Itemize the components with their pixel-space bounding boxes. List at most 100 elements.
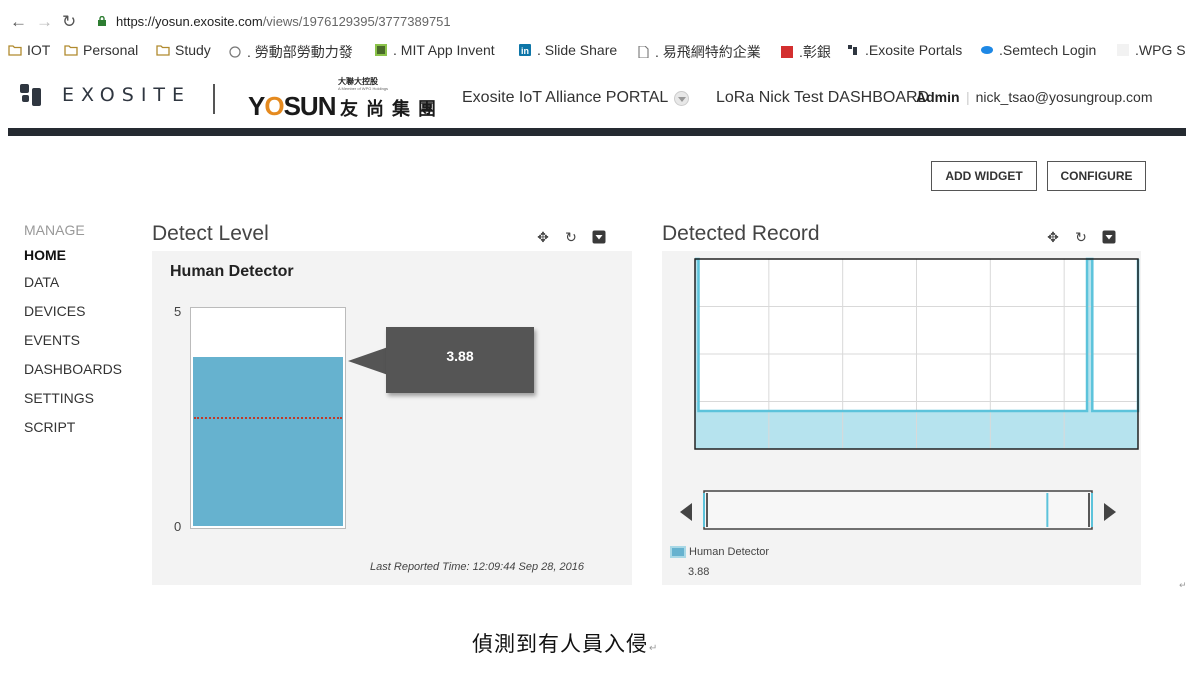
detected-record-tools: ✥ ↻ <box>1044 228 1118 246</box>
bookmark-label: Study <box>175 42 211 58</box>
url-input[interactable]: https://yosun.exosite.com/views/19761293… <box>116 14 451 29</box>
yosun-wordmark: YOSUN <box>248 91 336 121</box>
browser-address-bar: ← → ↻ https://yosun.exosite.com/views/19… <box>0 8 1186 36</box>
detect-level-tools: ✥ ↻ <box>534 228 608 246</box>
user-role: Admin <box>916 89 960 105</box>
bookmark-labor-agency[interactable]: . 勞動部勞動力發 <box>228 42 353 62</box>
sidebar-item-dashboards[interactable]: DASHBOARDS <box>24 355 122 384</box>
exosite-logo[interactable]: EXOSITE <box>18 82 191 108</box>
lock-icon <box>98 16 106 26</box>
bookmark-semtech-login[interactable]: .Semtech Login <box>980 42 1096 58</box>
legend-series-name: Human Detector <box>689 546 770 558</box>
expand-menu-icon[interactable] <box>1100 228 1118 246</box>
caption-text: 偵測到有人員入侵 <box>472 632 648 656</box>
exosite-icon <box>848 45 857 55</box>
bookmark-iot[interactable]: IOT <box>8 42 50 58</box>
folder-icon <box>156 45 170 56</box>
bookmark-label: .彰銀 <box>799 44 831 60</box>
yosun-logo: 大聯大控股 A Member of WPG Holdings YOSUN 友尚集… <box>248 76 448 121</box>
paragraph-mark: ↵ <box>649 643 659 654</box>
gauge-label: Human Detector <box>170 263 294 280</box>
bookmark-label: . Slide Share <box>537 42 618 58</box>
user-separator: | <box>966 89 970 105</box>
bookmark-label: .Semtech Login <box>999 42 1097 58</box>
bank-icon <box>781 46 793 58</box>
semtech-icon <box>981 46 993 54</box>
bookmark-exosite-portals[interactable]: .Exosite Portals <box>846 42 962 58</box>
exosite-mark-icon <box>20 84 41 106</box>
intrusion-caption: 偵測到有人員入侵↵ <box>472 628 658 658</box>
back-arrow-icon[interactable]: ← <box>10 12 27 32</box>
page-icon <box>638 46 649 58</box>
add-widget-button[interactable]: ADD WIDGET <box>931 161 1037 191</box>
sidebar-nav: MANAGE HOME DATA DEVICES EVENTS DASHBOAR… <box>24 222 122 442</box>
bookmark-slide-share[interactable]: in . Slide Share <box>518 42 617 58</box>
yosun-chinese-name: 友尚集團 <box>340 99 444 119</box>
scroll-right-arrow-icon[interactable] <box>1104 503 1116 521</box>
reload-icon[interactable]: ↻ <box>62 12 76 32</box>
detected-record-chart <box>680 257 1140 530</box>
bookmark-label: .Exosite Portals <box>865 42 963 58</box>
bookmark-label: IOT <box>27 42 51 58</box>
logo-divider <box>213 84 215 114</box>
chevron-down-icon[interactable] <box>674 90 690 106</box>
detect-level-panel: Human Detector 5 0 3.88 Last Reported Ti… <box>152 251 632 585</box>
url-host: https://yosun.exosite.com <box>116 14 263 29</box>
bookmark-label: . 易飛網特約企業 <box>655 44 761 60</box>
portal-name: Exosite IoT Alliance PORTAL <box>462 89 669 106</box>
bookmark-bank[interactable]: .彰銀 <box>780 42 831 62</box>
exosite-wordmark: EXOSITE <box>62 84 192 106</box>
sidebar-item-events[interactable]: EVENTS <box>24 326 122 355</box>
sidebar-item-settings[interactable]: SETTINGS <box>24 384 122 413</box>
gauge-threshold-line <box>194 417 342 419</box>
refresh-icon[interactable]: ↻ <box>1072 228 1090 246</box>
gauge-fill <box>193 357 343 526</box>
legend-series-value: 3.88 <box>688 566 710 578</box>
gauge-value-callout: 3.88 <box>348 327 538 395</box>
blank-icon <box>1117 44 1129 56</box>
appinventor-icon <box>375 44 387 56</box>
configure-button[interactable]: CONFIGURE <box>1047 161 1146 191</box>
agency-icon <box>229 46 241 58</box>
svg-text:in: in <box>521 46 529 56</box>
bookmark-mit-app-inventor[interactable]: . MIT App Invent <box>374 42 495 58</box>
bookmark-study[interactable]: Study <box>156 42 211 58</box>
folder-icon <box>8 45 22 56</box>
bookmark-label: . MIT App Invent <box>393 42 495 58</box>
bookmark-label: Personal <box>83 42 139 58</box>
sidebar-heading: MANAGE <box>24 222 85 238</box>
bookmarks-bar: IOT Personal Study . 勞動部勞動力發 . MIT App I… <box>0 38 1186 64</box>
user-email: nick_tsao@yosungroup.com <box>975 89 1153 105</box>
dashboard-name[interactable]: LoRa Nick Test DASHBOARD <box>716 89 929 107</box>
detected-record-panel: Human Detector 3.88 <box>662 251 1141 585</box>
bookmark-wpg[interactable]: .WPG S <box>1116 42 1186 58</box>
bookmark-personal[interactable]: Personal <box>64 42 138 58</box>
last-reported-time: Last Reported Time: 12:09:44 Sep 28, 201… <box>370 561 584 573</box>
linkedin-icon: in <box>519 44 531 56</box>
scroll-left-arrow-icon[interactable] <box>680 503 692 521</box>
gauge-value: 3.88 <box>386 327 534 393</box>
forward-arrow-icon[interactable]: → <box>36 12 53 32</box>
url-path: /views/1976129395/3777389751 <box>262 14 451 29</box>
legend-swatch <box>670 546 686 559</box>
sidebar-item-data[interactable]: DATA <box>24 268 122 297</box>
sidebar-item-devices[interactable]: DEVICES <box>24 297 122 326</box>
yosun-member-text: A Member of WPG Holdings <box>338 86 389 91</box>
move-icon[interactable]: ✥ <box>534 228 552 246</box>
user-menu[interactable]: | nick_tsao@yosungroup.com <box>966 89 1153 105</box>
detected-record-title: Detected Record <box>662 222 820 245</box>
corner-mark: ↵ <box>1179 580 1186 590</box>
navigator-window <box>703 490 1093 530</box>
sidebar-item-script[interactable]: SCRIPT <box>24 413 122 442</box>
expand-menu-icon[interactable] <box>590 228 608 246</box>
sidebar-item-home[interactable]: HOME <box>24 242 122 268</box>
portal-selector[interactable]: Exosite IoT Alliance PORTAL <box>462 89 690 107</box>
detect-level-title: Detect Level <box>152 222 269 245</box>
move-icon[interactable]: ✥ <box>1044 228 1062 246</box>
folder-icon <box>64 45 78 56</box>
gauge-frame <box>190 307 346 529</box>
bookmark-label: .WPG S <box>1135 42 1186 58</box>
bookmark-travel-corp[interactable]: . 易飛網特約企業 <box>636 42 761 62</box>
refresh-icon[interactable]: ↻ <box>562 228 580 246</box>
gauge-min-label: 0 <box>174 519 182 534</box>
